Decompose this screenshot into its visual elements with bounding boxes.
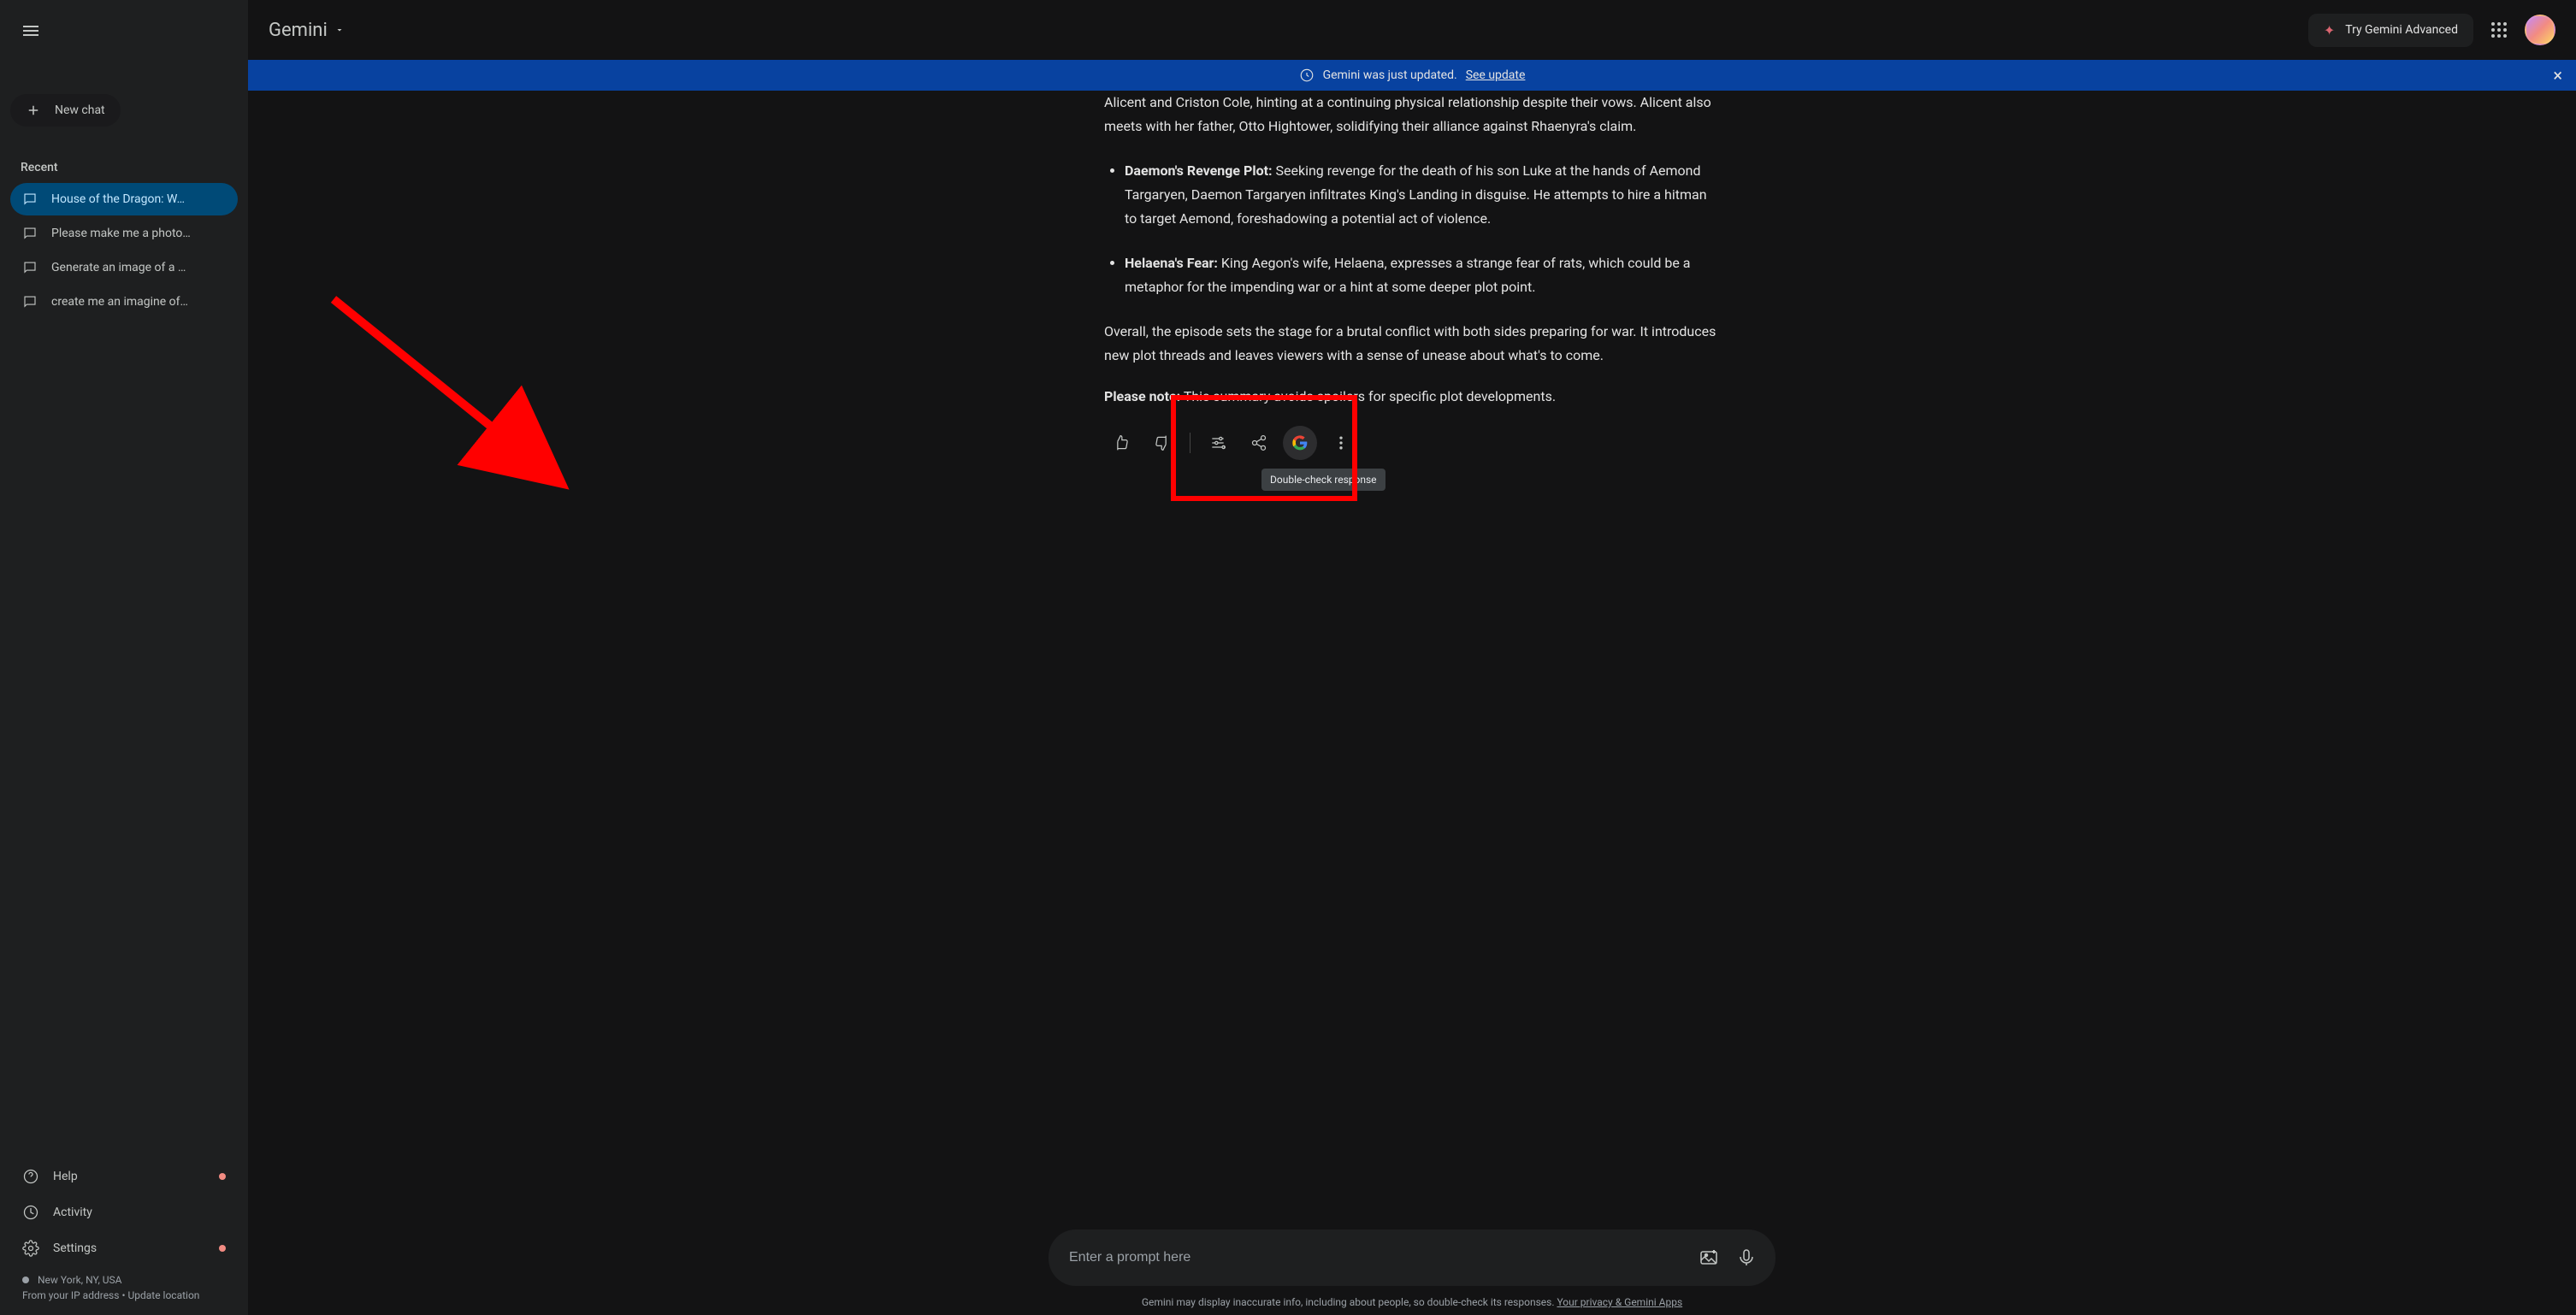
try-advanced-button[interactable]: ✦ Try Gemini Advanced — [2308, 14, 2473, 47]
update-icon — [1299, 68, 1315, 83]
tooltip: Double-check response — [1261, 469, 1385, 491]
google-check-button[interactable] — [1283, 426, 1317, 460]
menu-button[interactable] — [10, 10, 51, 51]
activity-button[interactable]: Activity — [10, 1195, 238, 1229]
mic-icon — [1736, 1247, 1757, 1268]
more-vertical-icon — [1332, 434, 1350, 451]
location-dot-icon — [22, 1277, 29, 1283]
input-area: Gemini may display inaccurate info, incl… — [248, 1216, 2576, 1315]
recent-item[interactable]: create me an imagine of… — [10, 286, 238, 318]
chat-icon — [22, 260, 38, 275]
close-banner-button[interactable]: × — [2553, 65, 2562, 86]
share-button[interactable] — [1242, 426, 1276, 460]
more-button[interactable] — [1324, 426, 1358, 460]
image-icon — [1699, 1247, 1719, 1268]
main-panel: Gemini ✦ Try Gemini Advanced Gemini was … — [248, 0, 2576, 1315]
new-chat-label: New chat — [55, 103, 105, 117]
update-banner: Gemini was just updated. See update × — [248, 60, 2576, 91]
notification-dot — [219, 1245, 226, 1252]
response-text: Alicent and Criston Cole, hinting at a c… — [1104, 91, 1720, 409]
content-area: Alicent and Criston Cole, hinting at a c… — [248, 91, 2576, 1216]
see-update-link[interactable]: See update — [1466, 68, 1526, 82]
thumbs-up-button[interactable] — [1104, 426, 1138, 460]
avatar[interactable] — [2525, 15, 2555, 45]
chat-icon — [22, 294, 38, 310]
chevron-down-icon — [334, 25, 345, 35]
activity-icon — [22, 1204, 39, 1221]
mic-button[interactable] — [1728, 1239, 1765, 1277]
google-icon — [1291, 434, 1309, 451]
hamburger-icon — [21, 21, 41, 41]
recent-label: Recent — [10, 152, 238, 183]
apps-grid-icon[interactable] — [2489, 20, 2509, 40]
chat-icon — [22, 192, 38, 207]
new-chat-button[interactable]: New chat — [10, 94, 121, 127]
thumbs-down-button[interactable] — [1145, 426, 1179, 460]
gear-icon — [22, 1240, 39, 1257]
recent-item[interactable]: House of the Dragon: W… — [10, 183, 238, 215]
sidebar: New chat Recent House of the Dragon: W… … — [0, 0, 248, 1315]
recent-list: House of the Dragon: W… Please make me a… — [10, 183, 238, 318]
disclaimer: Gemini may display inaccurate info, incl… — [1142, 1296, 1682, 1308]
topbar: Gemini ✦ Try Gemini Advanced — [248, 0, 2576, 60]
upload-image-button[interactable] — [1690, 1239, 1728, 1277]
prompt-input[interactable] — [1069, 1250, 1690, 1265]
plus-icon — [26, 103, 41, 118]
chat-icon — [22, 226, 38, 241]
sparkle-icon: ✦ — [2324, 22, 2335, 38]
settings-button[interactable]: Settings — [10, 1231, 238, 1265]
divider — [1190, 433, 1191, 453]
recent-item[interactable]: Generate an image of a … — [10, 251, 238, 284]
notification-dot — [219, 1173, 226, 1180]
action-row: Double-check response — [1104, 426, 1720, 460]
tune-icon — [1209, 434, 1226, 451]
update-location-link[interactable]: Update location — [127, 1289, 199, 1301]
location-info: New York, NY, USA From your IP address •… — [10, 1267, 238, 1305]
recent-item[interactable]: Please make me a photo… — [10, 217, 238, 250]
help-button[interactable]: Help — [10, 1159, 238, 1194]
tune-button[interactable] — [1201, 426, 1235, 460]
prompt-box — [1049, 1229, 1775, 1286]
share-icon — [1250, 434, 1267, 451]
brand-dropdown[interactable]: Gemini — [269, 20, 345, 41]
thumbs-up-icon — [1113, 434, 1130, 451]
privacy-link[interactable]: Your privacy & Gemini Apps — [1557, 1296, 1682, 1308]
help-icon — [22, 1168, 39, 1185]
thumbs-down-icon — [1154, 434, 1171, 451]
